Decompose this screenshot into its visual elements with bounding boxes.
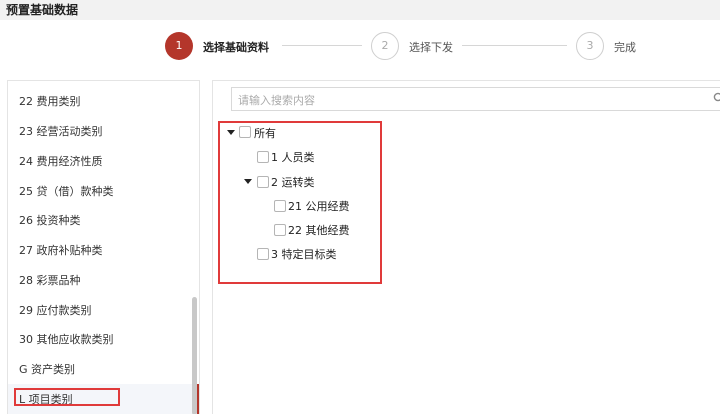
tree-node-label: 1 人员类 [271,151,315,164]
step-3-label: 完成 [614,41,636,54]
tree-node-label: 21 公用经费 [288,200,350,213]
search-input[interactable]: 请输入搜索内容 [231,87,720,111]
list-item[interactable]: 22 费用类别 [19,93,81,109]
step-2-circle: 2 [371,32,399,60]
checkbox[interactable] [257,151,269,163]
tree-node-label: 22 其他经费 [288,224,350,237]
step-1-label: 选择基础资料 [203,41,269,54]
tree-node-label: 3 特定目标类 [271,248,337,261]
list-item[interactable]: 29 应付款类别 [19,302,92,318]
selection-highlight-box [14,388,120,406]
checkbox[interactable] [274,224,286,236]
page-title: 预置基础数据 [6,3,79,17]
search-icon[interactable] [713,92,720,104]
tree-node-label: 所有 [254,127,276,140]
checkbox[interactable] [257,248,269,260]
list-scrollbar[interactable] [192,297,197,414]
list-item[interactable]: 30 其他应收款类别 [19,331,114,347]
selected-row-indicator [197,384,199,414]
list-item[interactable]: 28 彩票品种 [19,272,81,288]
list-item[interactable]: 25 贷（借）款种类 [19,183,114,199]
list-item[interactable]: 24 费用经济性质 [19,153,103,169]
checkbox[interactable] [239,126,251,138]
list-item[interactable]: 26 投资种类 [19,212,81,228]
list-item[interactable]: 23 经营活动类别 [19,123,103,139]
step-connector [282,45,362,46]
search-placeholder: 请输入搜索内容 [238,94,315,107]
caret-down-icon[interactable] [244,179,252,184]
step-connector [462,45,567,46]
checkbox[interactable] [274,200,286,212]
step-3-circle: 3 [576,32,604,60]
page-header: 预置基础数据 [0,0,720,20]
category-list: 22 费用类别 23 经营活动类别 24 费用经济性质 25 贷（借）款种类 2… [7,80,200,414]
list-item[interactable]: G 资产类别 [19,361,75,377]
step-2-label: 选择下发 [409,41,453,54]
tree-node-label: 2 运转类 [271,176,315,189]
checkbox[interactable] [257,176,269,188]
step-1-circle: 1 [165,32,193,60]
caret-down-icon[interactable] [227,130,235,135]
list-item[interactable]: 27 政府补贴种类 [19,242,103,258]
